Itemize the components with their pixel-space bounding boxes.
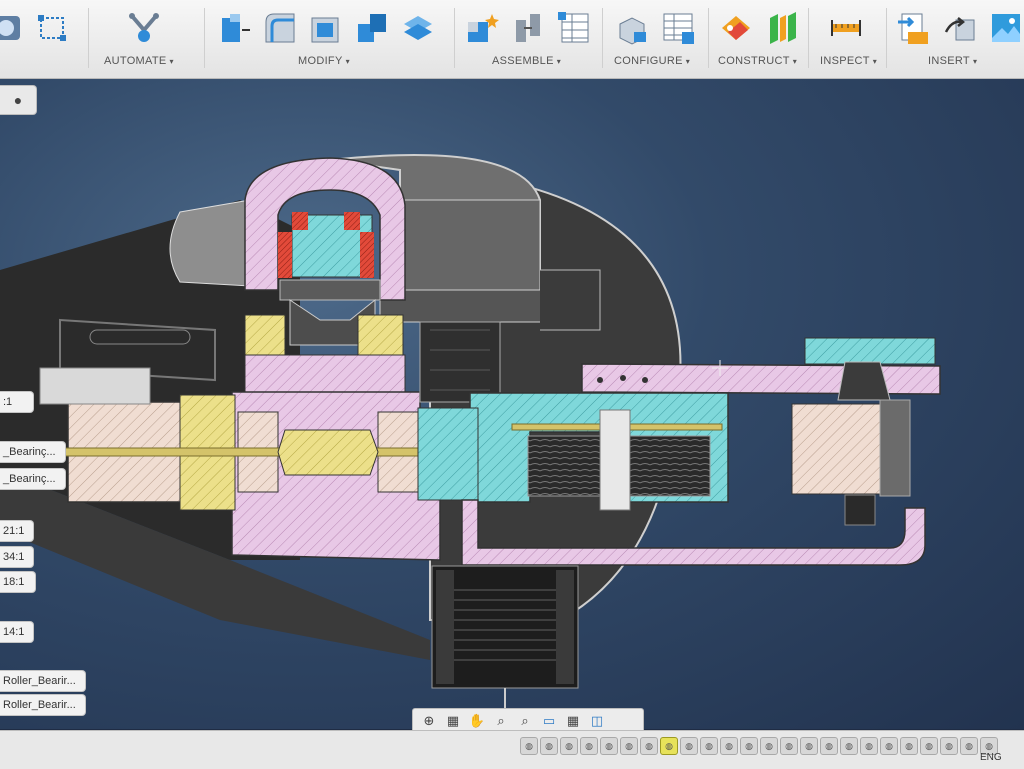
timeline-operation-icon[interactable]: ◍	[560, 737, 578, 755]
browser-item[interactable]: Roller_Bearir...	[0, 694, 86, 716]
orbit-icon[interactable]: ⊕	[419, 712, 439, 730]
timeline-operation-icon[interactable]: ◍	[660, 737, 678, 755]
configure-icon[interactable]	[612, 8, 652, 48]
left-end-cap	[39, 367, 151, 405]
right-cap-section	[804, 337, 936, 365]
timeline-operation-icon[interactable]: ◍	[540, 737, 558, 755]
bearing-red-outer-right	[360, 232, 374, 278]
insert-canvas-icon[interactable]	[986, 8, 1024, 48]
hub-section	[244, 354, 406, 396]
timeline-operation-icon[interactable]: ◍	[800, 737, 818, 755]
right-motor-body	[879, 399, 911, 497]
bearing-balls	[279, 279, 381, 301]
display-settings-icon[interactable]: ▭	[539, 712, 559, 730]
right-pinion	[844, 494, 876, 526]
select-box-icon[interactable]	[32, 8, 72, 48]
nut-section	[277, 429, 379, 476]
inspect-menu[interactable]: INSPECT ▾	[820, 55, 877, 67]
timeline-operation-icon[interactable]: ◍	[900, 737, 918, 755]
zoom-icon[interactable]: ⌕	[491, 712, 511, 730]
timeline-operation-icon[interactable]: ◍	[620, 737, 638, 755]
timeline-operation-icon[interactable]: ◍	[920, 737, 938, 755]
model-canvas[interactable]	[0, 79, 1024, 729]
timeline-operation-icon[interactable]: ◍	[740, 737, 758, 755]
combine-icon[interactable]	[352, 8, 392, 48]
spring-right	[629, 435, 711, 497]
timeline-operation-icon[interactable]: ◍	[580, 737, 598, 755]
timeline-operation-icon[interactable]: ◍	[940, 737, 958, 755]
timeline-bar: ◍ ◍ ◍ ◍ ◍ ◍ ◍ ◍ ◍ ◍ ◍ ◍ ◍ ◍ ◍ ◍ ◍ ◍ ◍ ◍ ◍ ◍ ◍ ◍	[0, 730, 1024, 769]
browser-item[interactable]: Roller_Bearir...	[0, 670, 86, 692]
timeline-operation-icon[interactable]: ◍	[600, 737, 618, 755]
offset-face-icon[interactable]	[398, 8, 438, 48]
bearing-red-outer-left	[278, 232, 292, 278]
insert-menu[interactable]: INSERT ▾	[928, 55, 977, 67]
timeline-operation-icon[interactable]: ◍	[640, 737, 658, 755]
right-motor-section	[791, 403, 893, 495]
housing-bracket	[540, 269, 601, 331]
configure-menu[interactable]: CONFIGURE ▾	[614, 55, 690, 67]
fillet-icon[interactable]	[260, 8, 300, 48]
automate-menu[interactable]: AUTOMATE ▾	[104, 55, 174, 67]
left-cylinder	[169, 199, 251, 287]
timeline-operation-icon[interactable]: ◍	[860, 737, 878, 755]
ribbon-toolbar: AUTOMATE ▾ MODIFY ▾ ASSEMBLE ▾ CONFIGURE…	[0, 0, 1024, 79]
insert-mcmaster-icon[interactable]	[894, 8, 934, 48]
carriage-left-block	[417, 407, 479, 501]
browser-item[interactable]: _Bearinç...	[0, 468, 66, 490]
shell-icon[interactable]	[306, 8, 346, 48]
insert-mesh-icon[interactable]	[940, 8, 980, 48]
midplane-icon[interactable]	[762, 8, 802, 48]
automate-icon[interactable]	[124, 8, 164, 48]
press-pull-icon[interactable]	[214, 8, 254, 48]
configuration-table-icon[interactable]	[658, 8, 698, 48]
bearing-red-right	[344, 212, 360, 230]
timeline-operation-icon[interactable]: ◍	[700, 737, 718, 755]
offset-plane-icon[interactable]	[716, 8, 756, 48]
component-table-icon[interactable]	[554, 8, 594, 48]
timeline-operation-icon[interactable]: ◍	[780, 737, 798, 755]
browser-item[interactable]: 14:1	[0, 621, 34, 643]
grid-icon[interactable]: ▦	[563, 712, 583, 730]
timeline-operations: ◍ ◍ ◍ ◍ ◍ ◍ ◍ ◍ ◍ ◍ ◍ ◍ ◍ ◍ ◍ ◍ ◍ ◍ ◍ ◍ ◍ ◍ ◍ ◍	[520, 737, 998, 755]
assemble-menu[interactable]: ASSEMBLE ▾	[492, 55, 561, 67]
browser-item[interactable]: _Bearinç...	[0, 441, 66, 463]
zoom-window-icon[interactable]: ⌕	[515, 712, 535, 730]
timeline-operation-icon[interactable]: ◍	[720, 737, 738, 755]
motor-housing-face	[399, 199, 541, 291]
pan-icon[interactable]: ▦	[443, 712, 463, 730]
left-yellow-block	[244, 314, 286, 361]
construct-menu[interactable]: CONSTRUCT ▾	[718, 55, 797, 67]
slider-block	[599, 409, 631, 511]
modify-menu[interactable]: MODIFY ▾	[298, 55, 350, 67]
timeline-operation-icon[interactable]: ◍	[840, 737, 858, 755]
record-icon[interactable]	[0, 8, 26, 48]
browser-item[interactable]: :1	[0, 391, 34, 413]
hand-icon[interactable]: ✋	[467, 712, 487, 730]
browser-item[interactable]: 21:1	[0, 520, 34, 542]
browser-item[interactable]: 18:1	[0, 571, 36, 593]
measure-icon[interactable]	[826, 8, 866, 48]
timeline-operation-icon[interactable]: ◍	[820, 737, 838, 755]
section-view-model[interactable]	[0, 79, 1024, 729]
timeline-operation-icon[interactable]: ◍	[680, 737, 698, 755]
language-indicator: ENG	[980, 752, 1002, 763]
viewports-icon[interactable]: ◫	[587, 712, 607, 730]
spring-left	[527, 435, 609, 497]
bearing-red-left	[292, 212, 308, 230]
timeline-operation-icon[interactable]: ◍	[520, 737, 538, 755]
timeline-operation-icon[interactable]: ◍	[760, 737, 778, 755]
browser-item[interactable]: 34:1	[0, 546, 34, 568]
browser-toggle-button[interactable]: ●	[0, 85, 37, 115]
new-component-icon[interactable]	[462, 8, 502, 48]
timeline-operation-icon[interactable]: ◍	[960, 737, 978, 755]
joint-icon[interactable]	[508, 8, 548, 48]
timeline-operation-icon[interactable]: ◍	[880, 737, 898, 755]
right-yellow-block	[357, 314, 404, 361]
